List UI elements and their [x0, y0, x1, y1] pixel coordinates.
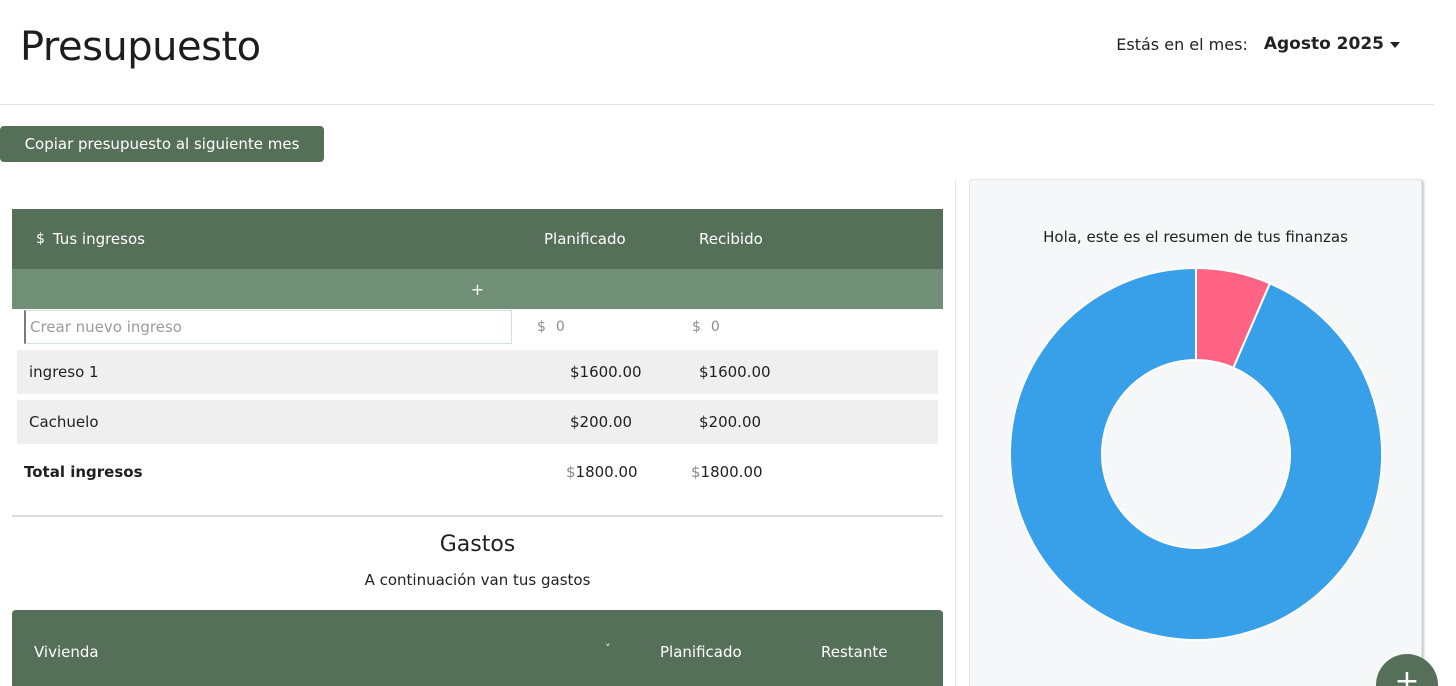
income-name: ingreso 1 — [29, 363, 99, 381]
income-received: $200.00 — [699, 413, 762, 431]
expense-col-planned: Planificado — [660, 643, 742, 661]
month-dropdown[interactable]: Agosto 2025 — [1264, 34, 1400, 54]
copy-budget-button[interactable]: Copiar presupuesto al siguiente mes — [0, 126, 324, 162]
header-divider — [0, 104, 1434, 105]
income-received: $1600.00 — [699, 363, 771, 381]
summary-title: Hola, este es el resumen de tus finanzas — [1043, 228, 1348, 246]
expenses-title: Gastos — [439, 532, 516, 557]
income-row[interactable]: ingreso 1 $1600.00 $1600.00 — [17, 350, 938, 394]
month-label: Estás en el mes: — [1116, 34, 1248, 54]
total-planned: $1800.00 — [566, 452, 638, 492]
month-picker: Estás en el mes: Agosto 2025 — [1116, 34, 1400, 54]
expense-category-header[interactable]: Vivienda ˅ Planificado Restante — [12, 610, 943, 686]
income-table-header: $ Tus ingresos Planificado Recibido — [12, 209, 943, 269]
currency-symbol: $ — [691, 463, 701, 481]
new-income-received-input[interactable] — [710, 319, 811, 335]
income-header-label: Tus ingresos — [52, 230, 145, 248]
currency-symbol: $ — [537, 319, 546, 335]
column-divider — [955, 180, 956, 686]
page-title: Presupuesto — [20, 24, 261, 70]
chevron-down-icon[interactable]: ˅ — [605, 606, 611, 686]
income-name: Cachuelo — [29, 413, 99, 431]
income-col-received: Recibido — [699, 230, 763, 248]
month-value: Agosto 2025 — [1263, 34, 1384, 54]
expense-col-remaining: Restante — [821, 643, 888, 661]
expenses-subtitle: A continuación van tus gastos — [364, 571, 591, 589]
dollar-icon: $ — [36, 231, 45, 247]
new-income-name-input[interactable] — [24, 310, 512, 344]
new-income-planned-field: $ — [537, 310, 656, 344]
add-income-button[interactable]: + — [12, 269, 943, 309]
new-income-planned-input[interactable] — [555, 319, 656, 335]
income-row[interactable]: Cachuelo $200.00 $200.00 — [17, 400, 938, 444]
finance-donut-chart — [1009, 266, 1383, 641]
caret-down-icon — [1390, 41, 1400, 48]
income-header-title: $ Tus ingresos — [36, 209, 145, 269]
section-divider — [12, 515, 943, 517]
total-received: $1800.00 — [691, 452, 763, 492]
total-label: Total ingresos — [24, 463, 143, 481]
summary-card: Hola, este es el resumen de tus finanzas — [969, 179, 1422, 686]
income-col-planned: Planificado — [544, 230, 626, 248]
new-income-received-field: $ — [692, 310, 811, 344]
income-planned: $1600.00 — [570, 363, 642, 381]
plus-icon: + — [470, 279, 485, 299]
total-received-value: 1800.00 — [700, 463, 763, 481]
income-total-row: Total ingresos $1800.00 $1800.00 — [12, 452, 943, 492]
income-planned: $200.00 — [570, 413, 633, 431]
currency-symbol: $ — [692, 319, 701, 335]
expense-category-name[interactable]: Vivienda — [34, 610, 99, 686]
plus-icon: + — [1394, 664, 1420, 686]
total-planned-value: 1800.00 — [575, 463, 638, 481]
currency-symbol: $ — [566, 463, 576, 481]
